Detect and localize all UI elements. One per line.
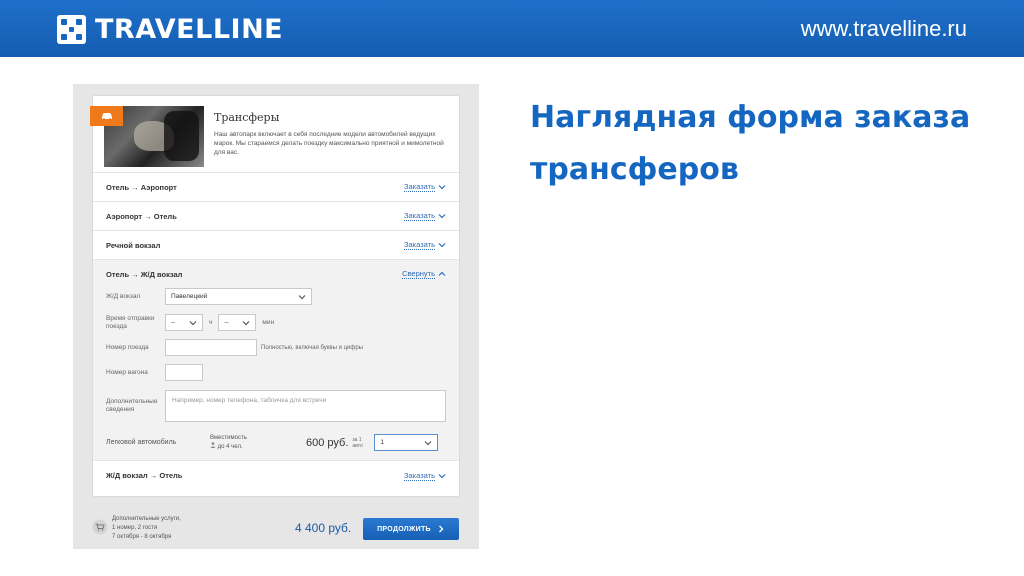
vehicle-price: 600 руб. xyxy=(306,436,349,449)
quantity-select[interactable]: 1 xyxy=(374,434,439,451)
site-url[interactable]: www.travelline.ru xyxy=(801,16,967,42)
chevron-down-icon xyxy=(438,243,446,248)
hours-select[interactable]: -- xyxy=(165,314,203,331)
chevron-down-icon xyxy=(438,214,446,219)
slide: TRAVELLINE www.travelline.ru Наглядная ф… xyxy=(0,0,1024,576)
route-row[interactable]: Ж/Д вокзал → Отель Заказать xyxy=(93,461,459,490)
logo-mark-icon xyxy=(57,15,86,44)
continue-button[interactable]: ПРОДОЛЖИТЬ xyxy=(363,518,459,540)
slide-headline: Наглядная форма заказа трансферов xyxy=(530,100,971,187)
order-link[interactable]: Заказать xyxy=(403,471,446,481)
route-row[interactable]: Аэропорт → Отель Заказать xyxy=(93,202,459,231)
card-description: Наш автопарк включает в себя последние м… xyxy=(214,131,444,156)
minutes-select[interactable]: -- xyxy=(218,314,257,331)
chevron-down-icon xyxy=(438,185,446,190)
route-label: Отель → Аэропорт xyxy=(106,182,177,192)
train-hint: Полностью, включая буквы и цифры xyxy=(261,344,363,351)
booking-footer: Дополнительные услуги, 1 номер, 2 гостя … xyxy=(73,508,479,549)
cart-icon xyxy=(92,519,108,535)
expanded-route: Отель → Ж/Д вокзал Свернуть Ж/Д вокзал П… xyxy=(93,260,459,461)
order-link[interactable]: Заказать xyxy=(403,182,446,192)
station-label: Ж/Д вокзал xyxy=(106,292,141,300)
route-label: Ж/Д вокзал → Отель xyxy=(106,471,183,480)
price-per: за 1 авто xyxy=(352,436,363,449)
train-number-input[interactable] xyxy=(165,339,257,356)
hours-unit: ч xyxy=(209,319,213,326)
chevron-down-icon xyxy=(189,320,197,325)
collapse-link[interactable]: Свернуть xyxy=(402,269,446,279)
vehicle-name: Легковой автомобиль xyxy=(106,439,177,446)
car-number-label: Номер вагона xyxy=(106,368,148,376)
station-select[interactable]: Павелецкий xyxy=(165,288,312,305)
car-badge-icon xyxy=(90,106,123,126)
chevron-down-icon xyxy=(438,473,446,478)
time-label: Время отправки поезда xyxy=(106,314,155,330)
chevron-right-icon xyxy=(438,525,444,533)
route-label: Речной вокзал xyxy=(106,240,161,250)
chevron-down-icon xyxy=(242,320,250,325)
header-bar: TRAVELLINE www.travelline.ru xyxy=(0,0,1024,57)
extra-info-textarea[interactable]: Например, номер телефона, табличка для в… xyxy=(165,390,446,422)
order-link[interactable]: Заказать xyxy=(403,240,446,250)
card-title: Трансферы xyxy=(214,111,280,124)
capacity: Вместимость до 4 чел. xyxy=(210,435,247,450)
route-row[interactable]: Отель → Аэропорт Заказать xyxy=(93,173,459,202)
card-header: Трансферы Наш автопарк включает в себя п… xyxy=(90,96,459,173)
extra-info-label: Дополнительные сведения xyxy=(106,398,158,413)
train-label: Номер поезда xyxy=(106,343,149,351)
chevron-up-icon xyxy=(438,271,446,276)
transfers-card: Трансферы Наш автопарк включает в себя п… xyxy=(90,96,459,496)
order-link[interactable]: Заказать xyxy=(403,211,446,221)
route-label: Отель → Ж/Д вокзал xyxy=(106,269,183,279)
brand-name: TRAVELLINE xyxy=(95,14,284,45)
route-row[interactable]: Речной вокзал Заказать xyxy=(93,231,459,260)
brand-logo[interactable]: TRAVELLINE xyxy=(57,14,283,45)
chevron-down-icon xyxy=(298,294,306,299)
total-price: 4 400 руб. xyxy=(295,521,352,535)
car-number-input[interactable] xyxy=(165,364,203,381)
person-icon xyxy=(210,442,216,448)
booking-summary: Дополнительные услуги, 1 номер, 2 гостя … xyxy=(112,516,181,540)
minutes-unit: мин xyxy=(262,319,275,326)
chevron-down-icon xyxy=(424,440,432,445)
vehicle-row: Легковой автомобиль Вместимость до 4 чел… xyxy=(106,434,446,451)
route-label: Аэропорт → Отель xyxy=(106,211,177,221)
booking-screenshot: Трансферы Наш автопарк включает в себя п… xyxy=(73,84,479,549)
